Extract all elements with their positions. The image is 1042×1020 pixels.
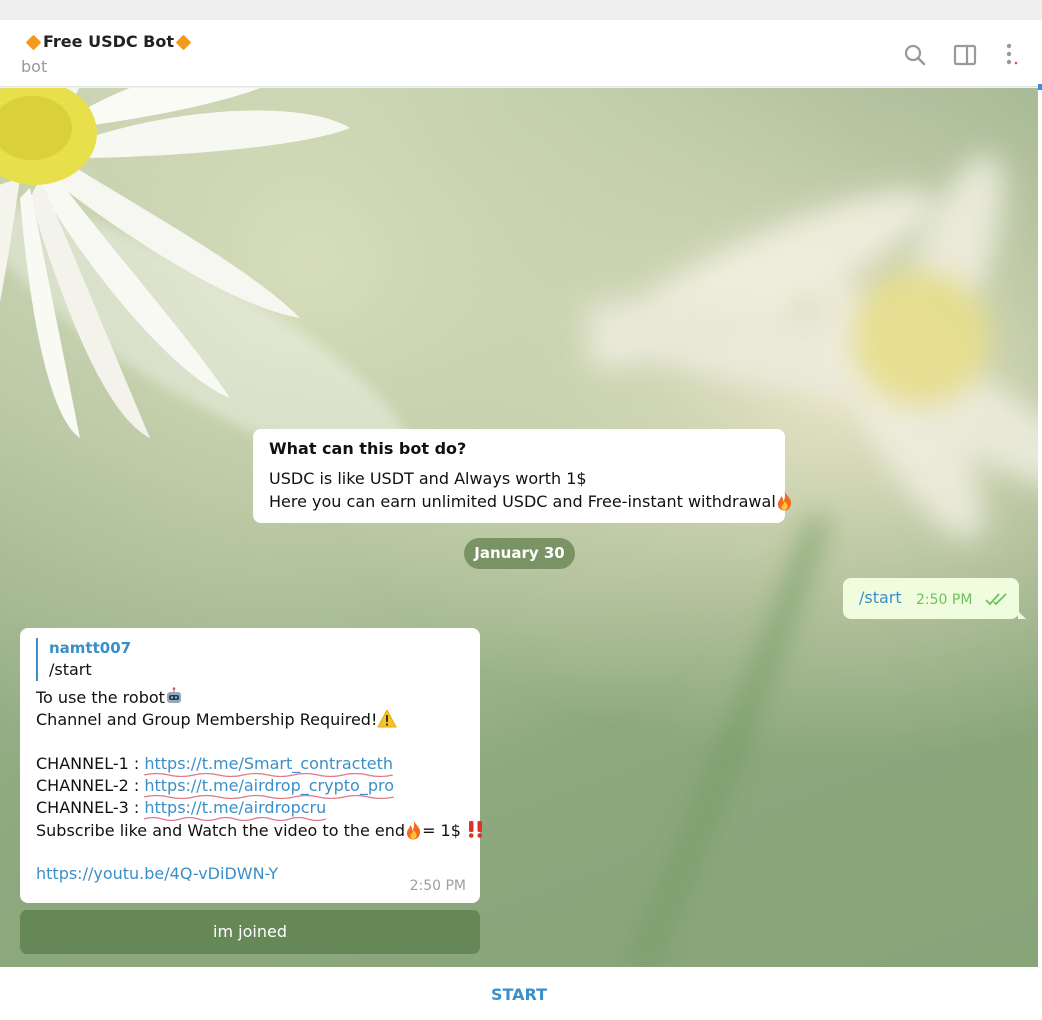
bubble-tail bbox=[1018, 611, 1026, 619]
reply-author: namtt007 bbox=[49, 639, 132, 657]
channel-link-2[interactable]: https://t.me/airdrop_crypto_pro bbox=[144, 776, 394, 799]
bot-description-line-2-text: Here you can earn unlimited USDC and Fre… bbox=[269, 492, 776, 511]
robot-icon bbox=[166, 687, 181, 703]
channel-link-3[interactable]: https://t.me/airdropcru bbox=[144, 798, 327, 821]
reply-quote[interactable]: namtt007 /start bbox=[36, 638, 464, 681]
message-line: Channel and Group Membership Required! bbox=[36, 709, 464, 731]
im-joined-button[interactable]: im joined bbox=[20, 910, 480, 954]
video-line: https://youtu.be/4Q-vDiDWN-Y bbox=[36, 863, 464, 885]
channel-link-1-text: https://t.me/Smart_contracteth bbox=[144, 754, 393, 773]
fire-icon bbox=[777, 491, 791, 511]
sidebar-toggle-icon[interactable] bbox=[952, 42, 978, 68]
channel-label: CHANNEL-2 : bbox=[36, 776, 145, 795]
channel-link-3-text: https://t.me/airdropcru bbox=[144, 798, 327, 817]
scroll-indicator bbox=[1038, 84, 1042, 90]
channel-line-2: CHANNEL-2 : https://t.me/airdrop_crypto_… bbox=[36, 775, 464, 799]
subscribe-text: Subscribe like and Watch the video to th… bbox=[36, 821, 406, 840]
outgoing-time: 2:50 PM bbox=[916, 592, 973, 608]
orange-diamond-icon bbox=[25, 34, 42, 50]
bot-message: namtt007 /start To use the robot Channel… bbox=[20, 628, 483, 903]
double-exclamation-icon bbox=[468, 821, 483, 838]
message-text: Channel and Group Membership Required! bbox=[36, 710, 378, 729]
message-text: To use the robot bbox=[36, 688, 165, 707]
chat-title-text: Free USDC Bot bbox=[43, 32, 175, 51]
channel-line-3: CHANNEL-3 : https://t.me/airdropcru bbox=[36, 797, 464, 821]
chat-header: Free USDC Bot bot bbox=[0, 20, 1038, 87]
outgoing-message: /start 2:50 PM bbox=[843, 578, 1026, 619]
bot-description-line-2: Here you can earn unlimited USDC and Fre… bbox=[269, 490, 791, 513]
subscribe-reward: = 1$ bbox=[422, 821, 466, 840]
message-line: To use the robot bbox=[36, 687, 464, 709]
channel-line-1: CHANNEL-1 : https://t.me/Smart_contracte… bbox=[36, 753, 464, 777]
chat-subtitle: bot bbox=[21, 57, 48, 76]
outgoing-command[interactable]: /start bbox=[859, 588, 902, 607]
subscribe-line: Subscribe like and Watch the video to th… bbox=[36, 819, 483, 841]
date-separator: January 30 bbox=[464, 538, 575, 569]
start-button[interactable]: START bbox=[0, 967, 1038, 1020]
chat-title[interactable]: Free USDC Bot bbox=[24, 32, 193, 51]
channel-link-2-text: https://t.me/airdrop_crypto_pro bbox=[144, 776, 394, 795]
reply-text: /start bbox=[49, 660, 92, 679]
chat-area: What can this bot do? USDC is like USDT … bbox=[0, 88, 1038, 967]
bot-description-card: What can this bot do? USDC is like USDT … bbox=[253, 429, 791, 523]
more-vertical-icon[interactable] bbox=[998, 42, 1024, 68]
bot-description-line: USDC is like USDT and Always worth 1$ bbox=[269, 469, 587, 488]
window-right-edge bbox=[1038, 20, 1042, 1020]
warning-icon bbox=[377, 709, 397, 728]
spellcheck-underline bbox=[144, 816, 327, 821]
orange-diamond-icon bbox=[175, 34, 192, 50]
window-top-strip bbox=[0, 0, 1042, 20]
bottom-bar: START bbox=[0, 967, 1038, 1020]
fire-icon bbox=[407, 820, 421, 840]
search-icon[interactable] bbox=[902, 42, 928, 68]
double-check-icon bbox=[985, 593, 1007, 606]
channel-label: CHANNEL-3 : bbox=[36, 798, 145, 817]
channel-label: CHANNEL-1 : bbox=[36, 754, 145, 773]
channel-link-1[interactable]: https://t.me/Smart_contracteth bbox=[144, 754, 393, 777]
video-link[interactable]: https://youtu.be/4Q-vDiDWN-Y bbox=[36, 864, 278, 883]
message-time: 2:50 PM bbox=[409, 878, 466, 894]
bot-description-title: What can this bot do? bbox=[269, 439, 467, 458]
